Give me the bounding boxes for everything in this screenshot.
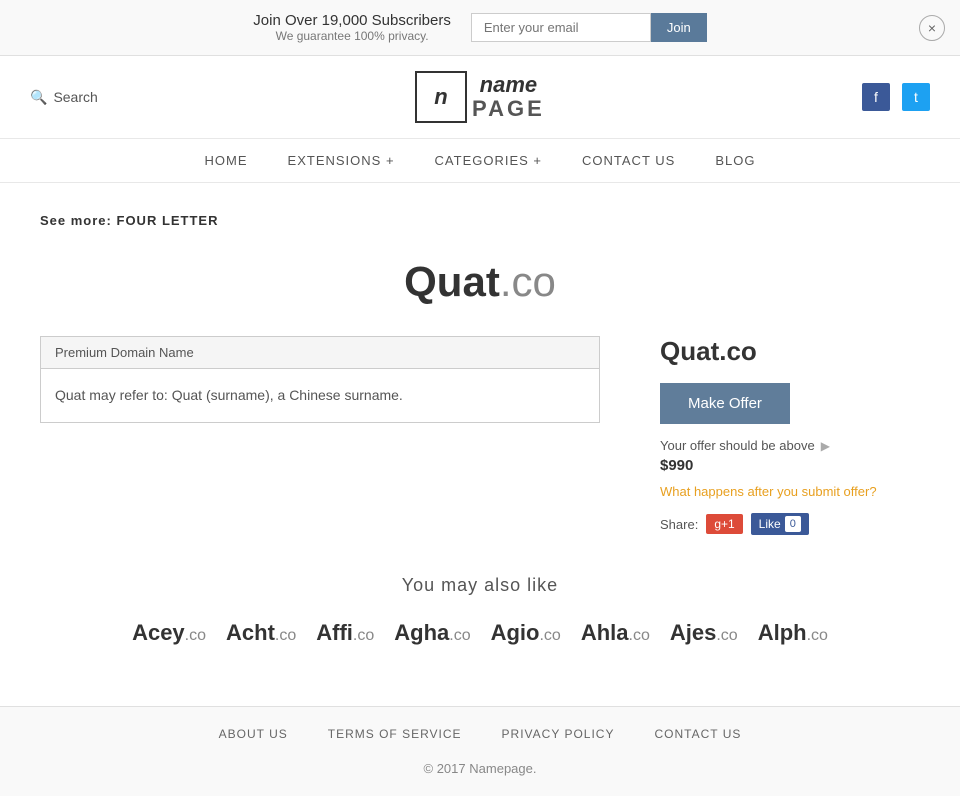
fb-like-label: Like [759,517,781,531]
footer-about[interactable]: ABOUT US [219,727,288,741]
nav-home[interactable]: HOME [205,153,248,168]
content-area: Premium Domain Name Quat may refer to: Q… [40,336,920,535]
info-box-header: Premium Domain Name [41,337,599,369]
domain-title: Quat.co [660,336,920,367]
footer-contact[interactable]: CONTACT US [654,727,741,741]
facebook-like-button[interactable]: Like 0 [751,513,809,535]
facebook-icon[interactable]: f [862,83,890,111]
also-like-item-1[interactable]: Acht.co [226,620,296,646]
banner-text: Join Over 19,000 Subscribers We guarante… [253,12,451,43]
social-links: f t [862,83,930,111]
footer-privacy[interactable]: PRIVACY POLICY [502,727,615,741]
domain-name-part: Quat [404,258,500,305]
nav-extensions[interactable]: EXTENSIONS + [288,153,395,168]
domain-ext-part: .co [500,258,556,305]
copy-brand[interactable]: Namepage. [469,761,536,776]
fb-count: 0 [785,516,801,532]
also-like-title: You may also like [40,575,920,596]
also-like-item-6[interactable]: Ajes.co [670,620,738,646]
copy-prefix: © 2017 [424,761,466,776]
offer-link[interactable]: What happens after you submit offer? [660,484,920,499]
info-box-body: Quat may refer to: Quat (surname), a Chi… [41,369,599,422]
also-like-item-0[interactable]: Acey.co [132,620,206,646]
offer-amount: $990 [660,457,920,474]
banner-form: Join [471,13,707,42]
close-button[interactable]: × [919,15,945,41]
main-content: See more: FOUR LETTER Quat.co Premium Do… [0,183,960,676]
also-like-item-4[interactable]: Agio.co [491,620,561,646]
banner-main: Join Over 19,000 Subscribers [253,12,451,29]
search-icon: 🔍 [30,89,47,106]
left-panel: Premium Domain Name Quat may refer to: Q… [40,336,600,535]
nav-blog[interactable]: BLOG [715,153,755,168]
site-logo[interactable]: n name PAGE [415,71,545,123]
also-like-item-2[interactable]: Affi.co [316,620,374,646]
search-trigger[interactable]: 🔍 Search [30,89,98,106]
logo-name: name [472,73,545,97]
see-more-highlight[interactable]: FOUR LETTER [117,213,219,228]
nav-contact[interactable]: CONTACT US [582,153,675,168]
header: 🔍 Search n name PAGE f t [0,56,960,139]
twitter-icon[interactable]: t [902,83,930,111]
footer-terms[interactable]: TERMS OF SERVICE [328,727,462,741]
see-more-prefix: See more: [40,213,112,228]
main-nav: HOME EXTENSIONS + CATEGORIES + CONTACT U… [0,139,960,183]
domain-display: Quat.co [40,258,920,306]
join-button[interactable]: Join [651,13,707,42]
nav-categories[interactable]: CATEGORIES + [435,153,542,168]
also-like-item-3[interactable]: Agha.co [394,620,470,646]
search-label: Search [53,89,97,105]
also-like-item-7[interactable]: Alph.co [758,620,828,646]
logo-text: name PAGE [472,73,545,121]
footer: ABOUT US TERMS OF SERVICE PRIVACY POLICY… [0,706,960,796]
also-like-section: You may also like Acey.co Acht.co Affi.c… [40,575,920,646]
gplus-button[interactable]: g+1 [706,514,742,534]
share-row: Share: g+1 Like 0 [660,513,920,535]
logo-page: PAGE [472,97,545,121]
info-box: Premium Domain Name Quat may refer to: Q… [40,336,600,423]
make-offer-button[interactable]: Make Offer [660,383,790,424]
banner-sub: We guarantee 100% privacy. [253,29,451,43]
top-banner: Join Over 19,000 Subscribers We guarante… [0,0,960,56]
also-like-grid: Acey.co Acht.co Affi.co Agha.co Agio.co … [40,620,920,646]
domain-name-large: Quat.co [40,258,920,306]
share-label: Share: [660,517,698,532]
footer-nav: ABOUT US TERMS OF SERVICE PRIVACY POLICY… [0,707,960,761]
email-input[interactable] [471,13,651,42]
right-panel: Quat.co Make Offer Your offer should be … [660,336,920,535]
arrow-icon: ▶ [821,439,830,453]
offer-min-text: Your offer should be above ▶ [660,438,920,453]
see-more: See more: FOUR LETTER [40,213,920,228]
logo-icon: n [415,71,467,123]
also-like-item-5[interactable]: Ahla.co [581,620,650,646]
